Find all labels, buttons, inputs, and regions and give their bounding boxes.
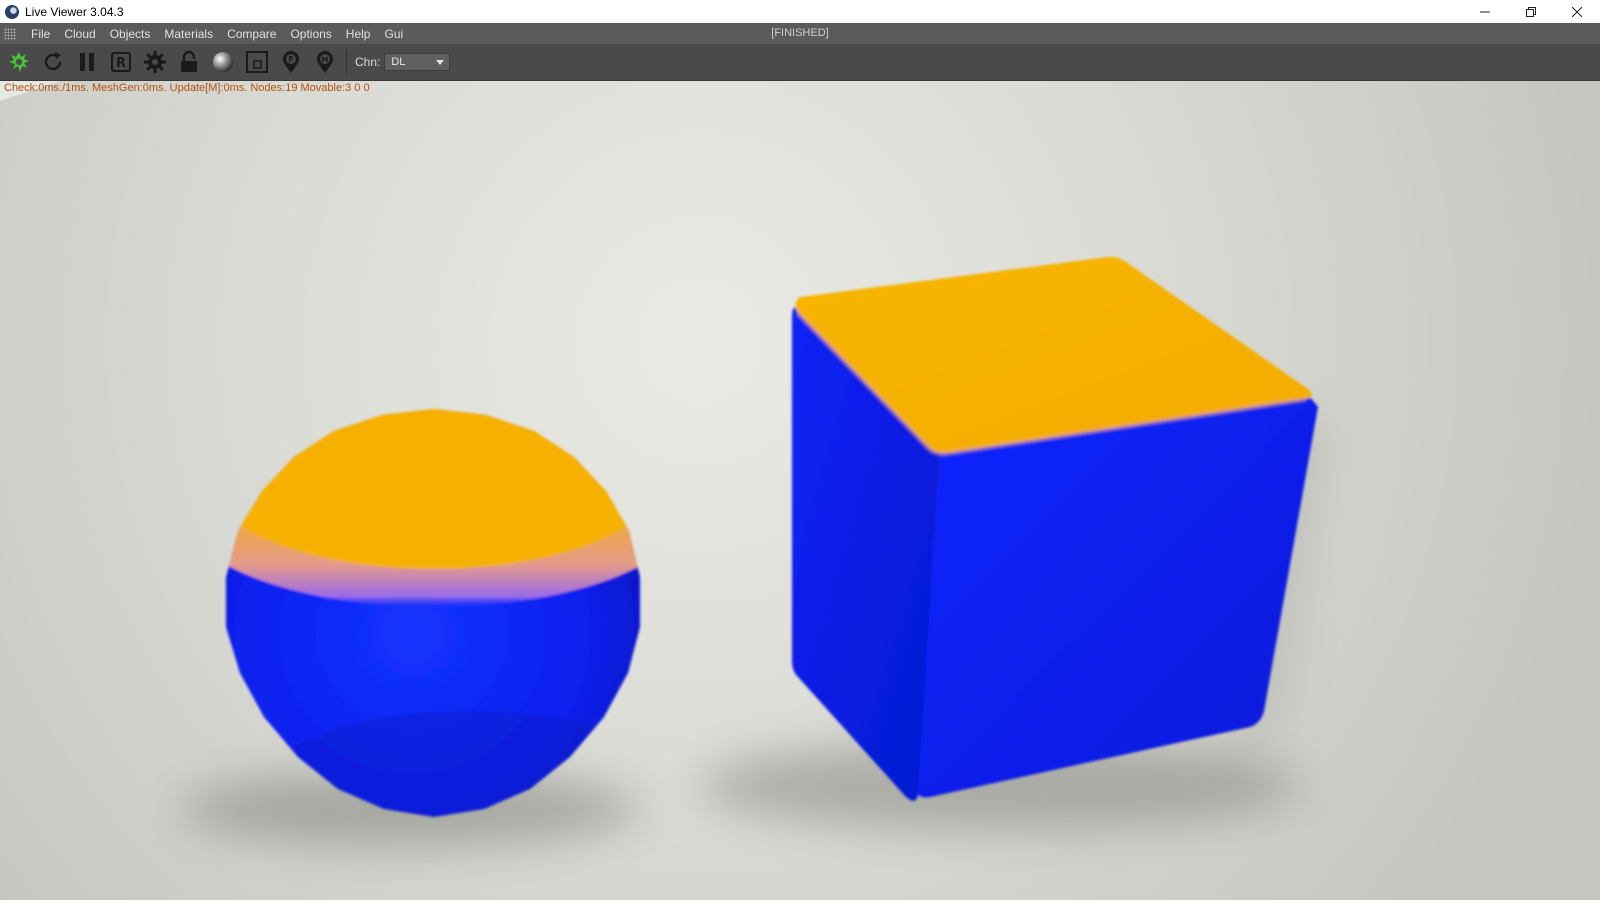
material-picker-icon: M (317, 51, 333, 73)
material-sphere-icon (213, 52, 233, 72)
channel-label: Chn: (355, 55, 381, 69)
settings-gear-icon (144, 51, 166, 73)
channel-select[interactable]: DL (384, 53, 451, 71)
clay-mode-icon (246, 51, 268, 73)
minimize-button[interactable] (1462, 0, 1508, 23)
channel-select-value: DL (391, 56, 406, 68)
chevron-down-icon (436, 60, 445, 65)
pause-icon (80, 53, 94, 71)
window-title: Live Viewer 3.04.3 (25, 4, 124, 19)
settings-button[interactable] (140, 47, 170, 77)
send-scene-button[interactable] (4, 47, 34, 77)
pause-button[interactable] (72, 47, 102, 77)
close-icon (1572, 6, 1582, 17)
lock-icon (181, 50, 197, 72)
window-controls (1462, 0, 1600, 23)
material-picker-button[interactable]: M (310, 47, 340, 77)
refresh-button[interactable] (38, 47, 68, 77)
render-scene (0, 81, 1600, 900)
grip-handle-icon[interactable] (4, 27, 16, 40)
svg-text:F: F (288, 55, 293, 64)
focus-picker-button[interactable]: F (276, 47, 306, 77)
title-bar: Live Viewer 3.04.3 (0, 0, 1600, 24)
material-preview-button[interactable] (208, 47, 238, 77)
toolbar-separator (346, 49, 347, 75)
render-viewport[interactable]: Check:0ms./1ms. MeshGen:0ms. Update[M]:0… (0, 81, 1600, 900)
minimize-icon (1480, 11, 1490, 12)
menu-objects[interactable]: Objects (103, 27, 158, 41)
menu-bar: File Cloud Objects Materials Compare Opt… (0, 23, 1600, 44)
menu-gui[interactable]: Gui (377, 27, 410, 41)
lock-button[interactable] (174, 47, 204, 77)
restore-icon (1526, 6, 1536, 17)
menu-help[interactable]: Help (339, 27, 378, 41)
focus-picker-icon: F (283, 51, 299, 73)
toolbar: R F M Chn: DL (0, 44, 1600, 81)
refresh-icon (44, 52, 62, 71)
menu-options[interactable]: Options (283, 27, 338, 41)
svg-text:R: R (116, 56, 126, 71)
restore-button[interactable] (1508, 0, 1554, 23)
send-scene-icon (9, 52, 29, 72)
render-region-button[interactable]: R (106, 47, 136, 77)
menu-materials[interactable]: Materials (157, 27, 220, 41)
menu-cloud[interactable]: Cloud (57, 27, 102, 41)
menu-compare[interactable]: Compare (220, 27, 283, 41)
svg-text:M: M (322, 56, 329, 64)
render-stats: Check:0ms./1ms. MeshGen:0ms. Update[M]:0… (4, 82, 370, 94)
clay-mode-button[interactable] (242, 47, 272, 77)
render-region-icon: R (111, 52, 131, 72)
close-button[interactable] (1554, 0, 1600, 23)
menu-file[interactable]: File (24, 27, 57, 41)
octane-sphere-icon (5, 4, 19, 19)
